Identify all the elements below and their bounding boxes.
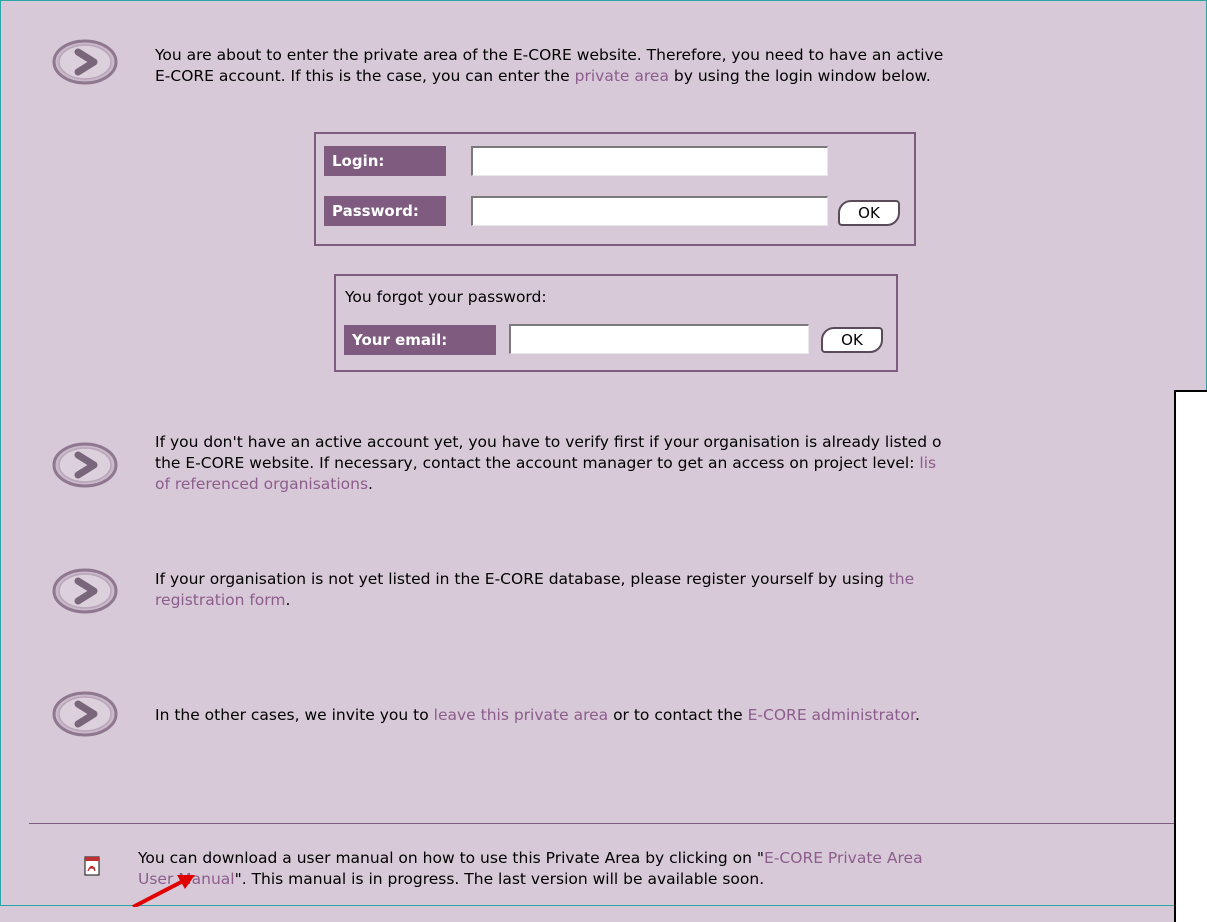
- intro-line-1: You are about to enter the private area …: [155, 46, 944, 64]
- forgot-password-form: You forgot your password: Your email: OK: [334, 274, 898, 372]
- private-area-link[interactable]: private area: [575, 67, 669, 85]
- section-divider: [29, 823, 1174, 824]
- login-ok-button[interactable]: OK: [838, 200, 900, 226]
- no-account-line-2: the E-CORE website. If necessary, contac…: [155, 454, 937, 472]
- password-label: Password:: [324, 196, 446, 226]
- other-cases-text: In the other cases, we invite you to lea…: [155, 706, 920, 724]
- referenced-organisations-link[interactable]: of referenced organisations: [155, 475, 368, 493]
- login-form: Login: Password: OK: [314, 132, 916, 246]
- no-account-text: If you don't have an active account yet,…: [155, 432, 941, 495]
- forgot-password-title: You forgot your password:: [345, 288, 547, 306]
- user-manual-link[interactable]: E-CORE Private Area: [764, 849, 923, 867]
- not-listed-line-2: registration form.: [155, 591, 291, 609]
- arrow-right-icon: [52, 39, 118, 85]
- arrow-right-icon: [52, 691, 118, 737]
- login-label: Login:: [324, 146, 446, 176]
- email-label: Your email:: [344, 325, 496, 355]
- registration-form-link[interactable]: registration form: [155, 591, 286, 609]
- not-listed-text: If your organisation is not yet listed i…: [155, 569, 914, 611]
- registration-form-link[interactable]: the: [889, 570, 914, 588]
- pdf-icon[interactable]: [83, 856, 101, 876]
- manual-line-1: You can download a user manual on how to…: [138, 849, 923, 867]
- no-account-line-3: of referenced organisations.: [155, 475, 373, 493]
- referenced-organisations-link[interactable]: lis: [919, 454, 936, 472]
- email-input[interactable]: [509, 324, 809, 354]
- manual-line-2: User Manual". This manual is in progress…: [138, 870, 765, 888]
- leave-private-area-link[interactable]: leave this private area: [434, 706, 608, 724]
- reset-ok-button[interactable]: OK: [821, 327, 883, 353]
- not-listed-line-1: If your organisation is not yet listed i…: [155, 570, 915, 588]
- intro-text: You are about to enter the private area …: [155, 45, 943, 87]
- overlay-panel: [1174, 390, 1207, 922]
- red-arrow-annotation: [132, 875, 195, 907]
- no-account-line-1: If you don't have an active account yet,…: [155, 433, 942, 451]
- arrow-right-icon: [52, 442, 118, 488]
- intro-line-2: E-CORE account. If this is the case, you…: [155, 67, 931, 85]
- arrow-right-icon: [52, 568, 118, 614]
- administrator-link[interactable]: E-CORE administrator: [748, 706, 915, 724]
- page-frame: You are about to enter the private area …: [0, 0, 1207, 922]
- login-input[interactable]: [471, 146, 828, 176]
- manual-text: You can download a user manual on how to…: [138, 848, 923, 890]
- password-input[interactable]: [471, 196, 828, 226]
